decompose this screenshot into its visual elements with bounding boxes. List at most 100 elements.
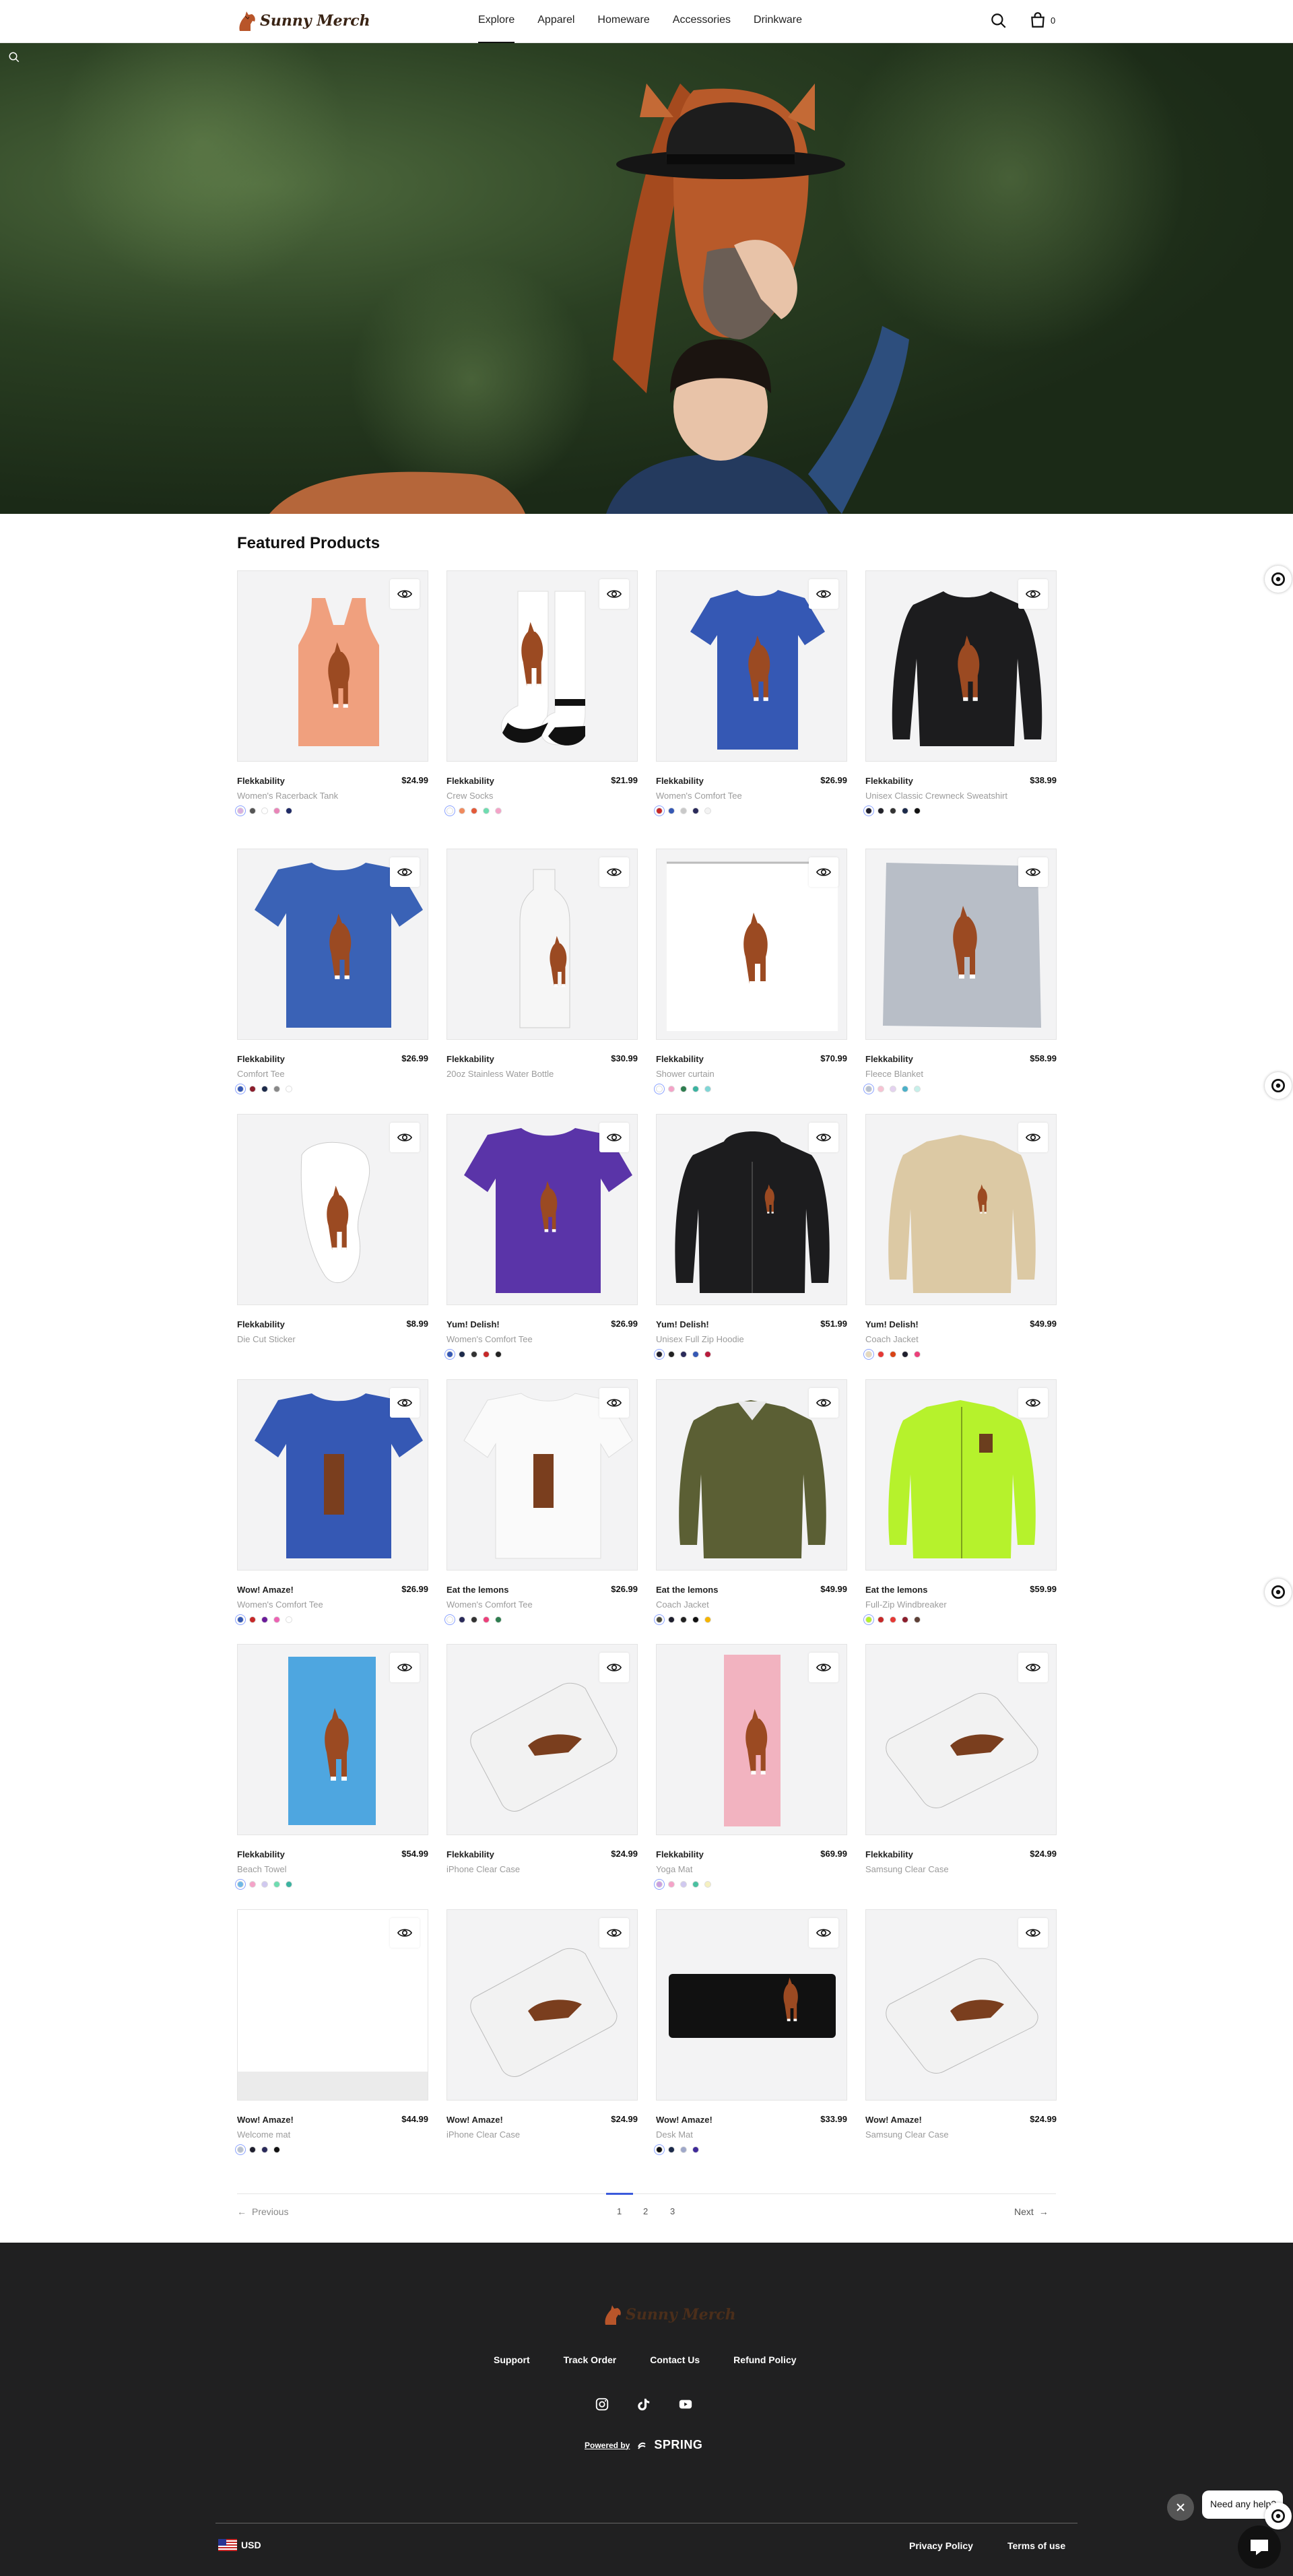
- color-swatch[interactable]: [495, 1351, 502, 1358]
- quick-view-button[interactable]: [599, 1388, 629, 1418]
- product-image[interactable]: [446, 849, 638, 1040]
- product-image[interactable]: [865, 849, 1057, 1040]
- color-swatch[interactable]: [249, 1881, 256, 1888]
- product-name[interactable]: Unisex Classic Crewneck Sweatshirt: [865, 789, 1014, 802]
- product-card[interactable]: Yum! Delish! $26.99 Women's Comfort Tee: [446, 1114, 638, 1358]
- color-swatch[interactable]: [237, 2146, 244, 2153]
- product-name[interactable]: Yoga Mat: [656, 1863, 804, 1876]
- settings-widget-icon[interactable]: [1265, 1579, 1292, 1606]
- product-name[interactable]: iPhone Clear Case: [446, 1863, 595, 1876]
- color-swatch[interactable]: [249, 2146, 256, 2153]
- settings-widget-icon[interactable]: [1265, 2503, 1292, 2530]
- product-image[interactable]: [237, 1909, 428, 2101]
- product-card[interactable]: Wow! Amaze! $24.99 iPhone Clear Case: [446, 1909, 638, 2146]
- quick-view-button[interactable]: [1018, 1918, 1048, 1948]
- color-swatch[interactable]: [865, 1616, 872, 1623]
- quick-view-button[interactable]: [1018, 857, 1048, 887]
- color-swatch[interactable]: [459, 1351, 465, 1358]
- product-name[interactable]: Full-Zip Windbreaker: [865, 1598, 1014, 1611]
- color-swatch[interactable]: [668, 1351, 675, 1358]
- color-swatch[interactable]: [890, 807, 896, 814]
- color-swatch[interactable]: [656, 807, 663, 814]
- product-card[interactable]: Flekkability $54.99 Beach Towel: [237, 1644, 428, 1888]
- color-swatch[interactable]: [446, 1616, 453, 1623]
- color-swatch[interactable]: [692, 1086, 699, 1092]
- settings-widget-icon[interactable]: [1265, 1072, 1292, 1099]
- quick-view-button[interactable]: [599, 1123, 629, 1152]
- color-swatch[interactable]: [865, 807, 872, 814]
- color-swatch[interactable]: [273, 1086, 280, 1092]
- color-swatch[interactable]: [286, 1881, 292, 1888]
- color-swatch[interactable]: [656, 2146, 663, 2153]
- color-swatch[interactable]: [273, 807, 280, 814]
- color-swatch[interactable]: [237, 807, 244, 814]
- color-swatch[interactable]: [680, 1881, 687, 1888]
- footer-link-contact-us[interactable]: Contact Us: [650, 2354, 700, 2365]
- color-swatch[interactable]: [877, 1616, 884, 1623]
- color-swatch[interactable]: [668, 1616, 675, 1623]
- product-name[interactable]: Unisex Full Zip Hoodie: [656, 1333, 804, 1346]
- quick-view-button[interactable]: [1018, 1653, 1048, 1682]
- product-image[interactable]: [237, 849, 428, 1040]
- color-swatch[interactable]: [865, 1351, 872, 1358]
- product-card[interactable]: Flekkability $26.99 Comfort Tee: [237, 849, 428, 1092]
- color-swatch[interactable]: [668, 807, 675, 814]
- color-swatch[interactable]: [902, 1086, 908, 1092]
- color-swatch[interactable]: [704, 807, 711, 814]
- product-card[interactable]: Flekkability $38.99 Unisex Classic Crewn…: [865, 570, 1057, 814]
- quick-view-button[interactable]: [809, 1123, 838, 1152]
- product-card[interactable]: Flekkability $70.99 Shower curtain: [656, 849, 847, 1092]
- product-name[interactable]: Women's Comfort Tee: [656, 789, 804, 802]
- product-image[interactable]: [237, 1644, 428, 1835]
- color-swatch[interactable]: [656, 1881, 663, 1888]
- next-page-button[interactable]: Next →: [1014, 2206, 1049, 2217]
- color-swatch[interactable]: [483, 807, 490, 814]
- product-card[interactable]: Yum! Delish! $49.99 Coach Jacket: [865, 1114, 1057, 1358]
- page-1-link[interactable]: 1: [617, 2206, 622, 2216]
- color-swatch[interactable]: [459, 807, 465, 814]
- color-swatch[interactable]: [890, 1351, 896, 1358]
- color-swatch[interactable]: [261, 1881, 268, 1888]
- product-card[interactable]: Flekkability $30.99 20oz Stainless Water…: [446, 849, 638, 1086]
- product-card[interactable]: Flekkability $58.99 Fleece Blanket: [865, 849, 1057, 1092]
- product-image[interactable]: [656, 1114, 847, 1305]
- product-image[interactable]: [656, 1379, 847, 1571]
- quick-view-button[interactable]: [1018, 1123, 1048, 1152]
- color-swatch[interactable]: [704, 1351, 711, 1358]
- color-swatch[interactable]: [890, 1616, 896, 1623]
- color-swatch[interactable]: [692, 1881, 699, 1888]
- product-name[interactable]: Women's Racerback Tank: [237, 789, 385, 802]
- color-swatch[interactable]: [692, 1351, 699, 1358]
- color-swatch[interactable]: [680, 1616, 687, 1623]
- color-swatch[interactable]: [483, 1351, 490, 1358]
- color-swatch[interactable]: [704, 1616, 711, 1623]
- terms-of-use-link[interactable]: Terms of use: [1007, 2540, 1065, 2551]
- color-swatch[interactable]: [471, 807, 477, 814]
- page-3-link[interactable]: 3: [670, 2206, 675, 2216]
- product-image[interactable]: [446, 1114, 638, 1305]
- color-swatch[interactable]: [446, 807, 453, 814]
- page-2-link[interactable]: 2: [643, 2206, 648, 2216]
- settings-widget-icon[interactable]: [1265, 566, 1292, 593]
- quick-view-button[interactable]: [809, 857, 838, 887]
- color-swatch[interactable]: [668, 1881, 675, 1888]
- footer-logo[interactable]: Sunny Merch: [603, 2303, 736, 2326]
- product-card[interactable]: Wow! Amaze! $26.99 Women's Comfort Tee: [237, 1379, 428, 1623]
- color-swatch[interactable]: [914, 1351, 921, 1358]
- brand-logo[interactable]: Sunny Merch: [237, 9, 370, 32]
- color-swatch[interactable]: [656, 1351, 663, 1358]
- product-card[interactable]: Flekkability $24.99 Samsung Clear Case: [865, 1644, 1057, 1881]
- product-image[interactable]: [865, 1909, 1057, 2101]
- color-swatch[interactable]: [286, 807, 292, 814]
- color-swatch[interactable]: [704, 1086, 711, 1092]
- color-swatch[interactable]: [249, 1616, 256, 1623]
- youtube-icon[interactable]: [678, 2397, 693, 2412]
- color-swatch[interactable]: [902, 807, 908, 814]
- color-swatch[interactable]: [668, 2146, 675, 2153]
- product-card[interactable]: Wow! Amaze! $33.99 Desk Mat: [656, 1909, 847, 2153]
- quick-view-button[interactable]: [599, 579, 629, 609]
- quick-view-button[interactable]: [599, 1918, 629, 1948]
- footer-link-track-order[interactable]: Track Order: [564, 2354, 617, 2365]
- color-swatch[interactable]: [656, 1616, 663, 1623]
- color-swatch[interactable]: [261, 1086, 268, 1092]
